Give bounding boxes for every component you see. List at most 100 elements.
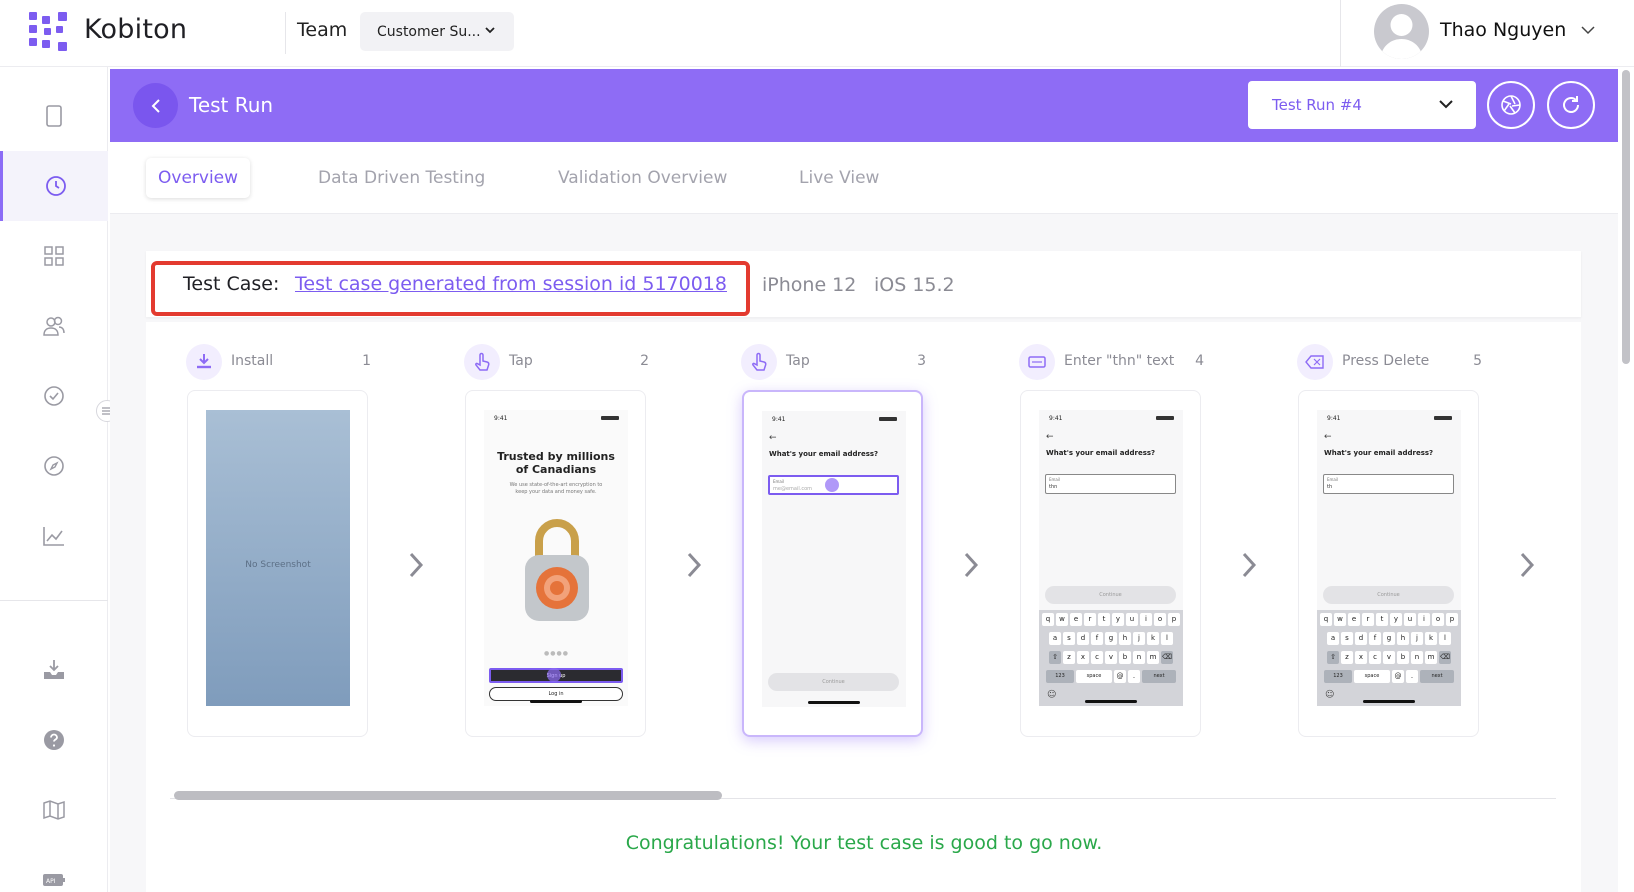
key[interactable]: a (1327, 632, 1339, 645)
key[interactable]: p (1168, 613, 1180, 626)
key[interactable]: b (1119, 651, 1131, 664)
numbers-key[interactable]: 123 (1046, 670, 1074, 683)
key[interactable]: e (1348, 613, 1360, 626)
key[interactable]: d (1077, 632, 1089, 645)
email-field[interactable]: Email th (1323, 474, 1454, 494)
key[interactable]: x (1355, 651, 1367, 664)
shift-key-icon[interactable]: ⇧ (1049, 651, 1061, 664)
key[interactable]: o (1154, 613, 1166, 626)
emoji-icon[interactable]: ☺ (1047, 690, 1056, 700)
step-screenshot-3[interactable]: 9:41 ← What's your email address? Email … (742, 390, 923, 737)
tab-live-view[interactable]: Live View (787, 158, 891, 198)
key[interactable]: h (1119, 632, 1131, 645)
key[interactable]: y (1390, 613, 1402, 626)
tab-overview[interactable]: Overview (146, 158, 251, 198)
user-name[interactable]: Thao Nguyen (1440, 19, 1566, 41)
key[interactable]: p (1446, 613, 1458, 626)
key[interactable]: z (1063, 651, 1075, 664)
horizontal-scrollbar-thumb[interactable] (174, 791, 722, 800)
sidebar-item-devices[interactable] (0, 81, 108, 151)
kobiton-logo-icon[interactable] (29, 12, 71, 52)
key[interactable]: n (1411, 651, 1423, 664)
key[interactable]: k (1147, 632, 1159, 645)
emoji-icon[interactable]: ☺ (1325, 690, 1334, 700)
test-run-select[interactable]: Test Run #4 (1248, 81, 1476, 129)
key[interactable]: i (1418, 613, 1430, 626)
sidebar-item-sessions[interactable] (0, 151, 108, 221)
key[interactable]: f (1369, 632, 1381, 645)
key[interactable]: t (1376, 613, 1388, 626)
key[interactable]: t (1098, 613, 1110, 626)
key[interactable]: m (1425, 651, 1437, 664)
back-button[interactable] (133, 83, 178, 128)
key[interactable]: s (1341, 632, 1353, 645)
numbers-key[interactable]: 123 (1324, 670, 1352, 683)
key[interactable]: c (1369, 651, 1381, 664)
key[interactable]: o (1432, 613, 1444, 626)
space-key[interactable]: space (1354, 670, 1390, 683)
continue-button[interactable]: Continue (768, 673, 899, 691)
key[interactable]: r (1362, 613, 1374, 626)
key[interactable]: b (1397, 651, 1409, 664)
sidebar-item-explore[interactable] (0, 431, 108, 501)
key[interactable]: a (1049, 632, 1061, 645)
aperture-button[interactable] (1487, 81, 1535, 129)
next-key[interactable]: next (1142, 670, 1176, 683)
key[interactable]: g (1105, 632, 1117, 645)
key[interactable]: f (1091, 632, 1103, 645)
tab-validation-overview[interactable]: Validation Overview (546, 158, 739, 198)
key[interactable]: k (1425, 632, 1437, 645)
chevron-down-icon[interactable] (1580, 24, 1596, 36)
dot-key[interactable]: . (1406, 670, 1418, 683)
key[interactable]: z (1341, 651, 1353, 664)
key[interactable]: c (1091, 651, 1103, 664)
step-screenshot-1[interactable]: No Screenshot (187, 390, 368, 737)
key[interactable]: y (1112, 613, 1124, 626)
login-button[interactable]: Log in (489, 687, 623, 701)
avatar[interactable] (1374, 4, 1429, 59)
backspace-key-icon[interactable]: ⌫ (1439, 651, 1451, 664)
sidebar-item-apps[interactable] (0, 221, 108, 291)
key[interactable]: l (1439, 632, 1451, 645)
tab-data-driven-testing[interactable]: Data Driven Testing (306, 158, 497, 198)
next-key[interactable]: next (1420, 670, 1454, 683)
key[interactable]: s (1063, 632, 1075, 645)
key[interactable]: w (1056, 613, 1068, 626)
shift-key-icon[interactable]: ⇧ (1327, 651, 1339, 664)
at-key[interactable]: @ (1392, 670, 1404, 683)
sidebar-item-help[interactable] (0, 705, 108, 775)
at-key[interactable]: @ (1114, 670, 1126, 683)
key[interactable]: j (1133, 632, 1145, 645)
backspace-key-icon[interactable]: ⌫ (1161, 651, 1173, 664)
key[interactable]: l (1161, 632, 1173, 645)
key[interactable]: n (1133, 651, 1145, 664)
vertical-scrollbar-thumb[interactable] (1622, 70, 1630, 364)
space-key[interactable]: space (1076, 670, 1112, 683)
key[interactable]: i (1140, 613, 1152, 626)
key[interactable]: g (1383, 632, 1395, 645)
key[interactable]: q (1320, 613, 1332, 626)
sidebar-item-analytics[interactable] (0, 501, 108, 571)
key[interactable]: u (1126, 613, 1138, 626)
key[interactable]: q (1042, 613, 1054, 626)
key[interactable]: h (1397, 632, 1409, 645)
step-screenshot-2[interactable]: 9:41 Trusted by millions of Canadians We… (465, 390, 646, 737)
key[interactable]: v (1105, 651, 1117, 664)
continue-button[interactable]: Continue (1045, 586, 1176, 604)
sidebar-item-users[interactable] (0, 291, 108, 361)
email-field[interactable]: Email thn (1045, 474, 1176, 494)
key[interactable]: m (1147, 651, 1159, 664)
refresh-button[interactable] (1547, 81, 1595, 129)
key[interactable]: w (1334, 613, 1346, 626)
step-screenshot-5[interactable]: 9:41 ← What's your email address? Email … (1298, 390, 1479, 737)
key[interactable]: v (1383, 651, 1395, 664)
key[interactable]: e (1070, 613, 1082, 626)
sidebar-item-validation[interactable] (0, 361, 108, 431)
team-select[interactable]: Customer Su... (360, 12, 514, 51)
continue-button[interactable]: Continue (1323, 586, 1454, 604)
key[interactable]: u (1404, 613, 1416, 626)
key[interactable]: x (1077, 651, 1089, 664)
sidebar-item-download[interactable] (0, 635, 108, 705)
dot-key[interactable]: . (1128, 670, 1140, 683)
key[interactable]: j (1411, 632, 1423, 645)
